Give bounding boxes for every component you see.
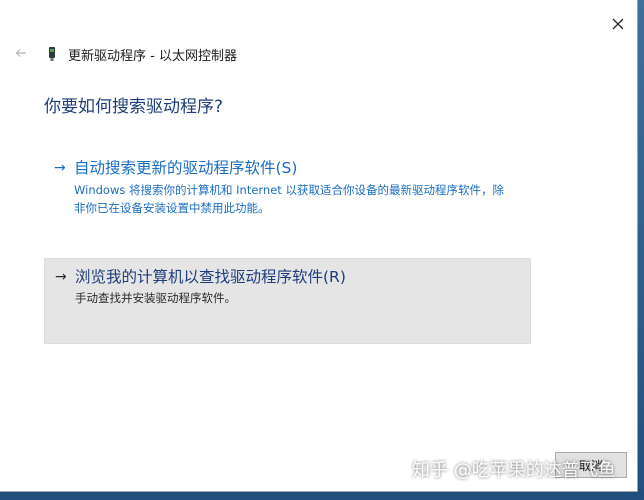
dialog-header: 更新驱动程序 - 以太网控制器 bbox=[44, 44, 237, 64]
network-device-icon bbox=[44, 45, 60, 63]
back-arrow-icon bbox=[15, 49, 26, 57]
browse-computer-option[interactable]: → 浏览我的计算机以查找驱动程序软件(R) 手动查找并安装驱动程序软件。 bbox=[44, 258, 531, 344]
auto-search-desc-line-1: Windows 将搜索你的计算机和 Internet 以获取适合你设备的最新驱动… bbox=[74, 183, 504, 197]
auto-search-title: 自动搜索更新的驱动程序软件(S) bbox=[74, 159, 298, 177]
page-heading: 你要如何搜索驱动程序? bbox=[44, 97, 224, 117]
right-arrow-icon: → bbox=[54, 160, 66, 176]
close-icon bbox=[612, 18, 624, 30]
watermark-text: 知乎 @吃苹果的达普飞鱼 bbox=[412, 460, 616, 481]
auto-search-desc-line-2: 非你已在设备安装设置中禁用此功能。 bbox=[74, 201, 270, 215]
auto-search-option[interactable]: → 自动搜索更新的驱动程序软件(S) Windows 将搜索你的计算机和 Int… bbox=[44, 150, 531, 224]
browse-computer-title: 浏览我的计算机以查找驱动程序软件(R) bbox=[75, 268, 346, 286]
update-driver-dialog: 更新驱动程序 - 以太网控制器 你要如何搜索驱动程序? → 自动搜索更新的驱动程… bbox=[0, 0, 638, 492]
auto-search-description: Windows 将搜索你的计算机和 Internet 以获取适合你设备的最新驱动… bbox=[74, 181, 521, 217]
desktop-background-right bbox=[638, 0, 644, 500]
desktop-background-bottom bbox=[0, 492, 644, 500]
right-arrow-icon: → bbox=[55, 269, 67, 285]
browse-computer-description: 手动查找并安装驱动程序软件。 bbox=[75, 291, 236, 305]
close-button[interactable] bbox=[604, 12, 632, 36]
dialog-title: 更新驱动程序 - 以太网控制器 bbox=[68, 48, 237, 64]
back-button[interactable] bbox=[14, 45, 28, 61]
